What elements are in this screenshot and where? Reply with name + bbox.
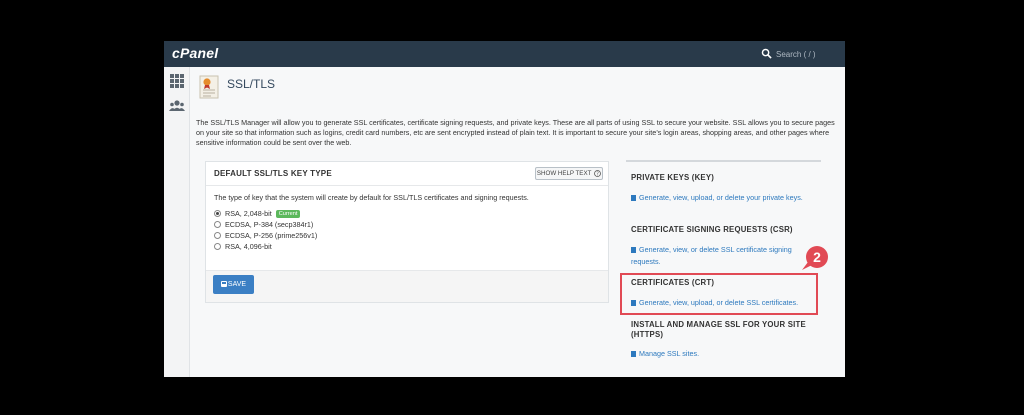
panel-footer: SAVE <box>206 270 608 302</box>
svg-text:?: ? <box>596 171 599 177</box>
users-icon[interactable] <box>169 98 185 114</box>
search-box[interactable] <box>758 46 840 62</box>
key-option-rsa-2048[interactable]: RSA, 2,048-bit Current <box>214 209 301 219</box>
default-key-type-panel: DEFAULT SSL/TLS KEY TYPE SHOW HELP TEXT … <box>205 161 609 303</box>
certificates-link[interactable]: Generate, view, upload, or delete SSL ce… <box>631 297 821 309</box>
certificates-heading: CERTIFICATES (CRT) <box>631 278 715 287</box>
key-type-description: The type of key that the system will cre… <box>214 193 529 202</box>
option-label: RSA, 2,048-bit <box>225 209 272 218</box>
show-help-text-button[interactable]: SHOW HELP TEXT ? <box>535 167 603 180</box>
step-number: 2 <box>813 249 821 265</box>
document-icon <box>631 194 636 201</box>
manage-ssl-link[interactable]: Manage SSL sites. <box>631 348 699 360</box>
link-label: Generate, view, upload, or delete your p… <box>639 193 803 202</box>
question-icon: ? <box>594 170 601 177</box>
option-label: RSA, 4,096-bit <box>225 242 272 251</box>
top-bar: cPanel <box>164 41 845 67</box>
save-label: SAVE <box>227 281 247 288</box>
private-keys-link[interactable]: Generate, view, upload, or delete your p… <box>631 192 817 204</box>
cpanel-logo[interactable]: cPanel <box>172 45 218 61</box>
document-icon <box>631 299 636 306</box>
certificate-icon <box>199 75 219 99</box>
cpanel-window: cPanel Search (/) SSL/TLS The SSL/TLS … <box>164 41 845 377</box>
private-keys-heading: PRIVATE KEYS (KEY) <box>631 173 715 182</box>
link-label: Manage SSL sites. <box>639 349 700 358</box>
search-input[interactable] <box>776 47 838 61</box>
option-label: ECDSA, P-256 (prime256v1) <box>225 231 318 240</box>
radio-button[interactable] <box>214 232 221 239</box>
intro-text: The SSL/TLS Manager will allow you to ge… <box>196 118 835 147</box>
help-button-label: SHOW HELP TEXT <box>536 170 592 177</box>
sidebar <box>164 67 190 377</box>
document-icon <box>631 246 636 253</box>
right-panel-divider <box>626 160 821 162</box>
csr-link[interactable]: Generate, view, or delete SSL certificat… <box>631 244 819 268</box>
step-marker: 2 <box>802 246 828 270</box>
document-icon <box>631 350 636 357</box>
link-label: Generate, view, upload, or delete SSL ce… <box>639 298 799 307</box>
radio-button[interactable] <box>214 210 221 217</box>
current-badge: Current <box>275 210 301 218</box>
key-option-rsa-4096[interactable]: RSA, 4,096-bit <box>214 242 272 252</box>
radio-button[interactable] <box>214 243 221 250</box>
save-icon <box>220 281 227 287</box>
option-label: ECDSA, P-384 (secp384r1) <box>225 220 314 229</box>
save-button[interactable]: SAVE <box>213 275 254 294</box>
radio-button[interactable] <box>214 221 221 228</box>
csr-heading: CERTIFICATE SIGNING REQUESTS (CSR) <box>631 225 793 234</box>
divider <box>206 185 608 186</box>
page-title: SSL/TLS <box>227 77 276 91</box>
install-ssl-heading: INSTALL AND MANAGE SSL FOR YOUR SITE (HT… <box>631 320 806 339</box>
key-option-ecdsa-p256[interactable]: ECDSA, P-256 (prime256v1) <box>214 231 317 241</box>
search-icon <box>761 48 772 59</box>
apps-grid-icon[interactable] <box>169 73 185 89</box>
main-content: SSL/TLS The SSL/TLS Manager will allow y… <box>190 67 845 377</box>
link-label: Generate, view, or delete SSL certificat… <box>631 245 792 266</box>
key-option-ecdsa-p384[interactable]: ECDSA, P-384 (secp384r1) <box>214 220 313 230</box>
panel-title: DEFAULT SSL/TLS KEY TYPE <box>214 169 332 178</box>
